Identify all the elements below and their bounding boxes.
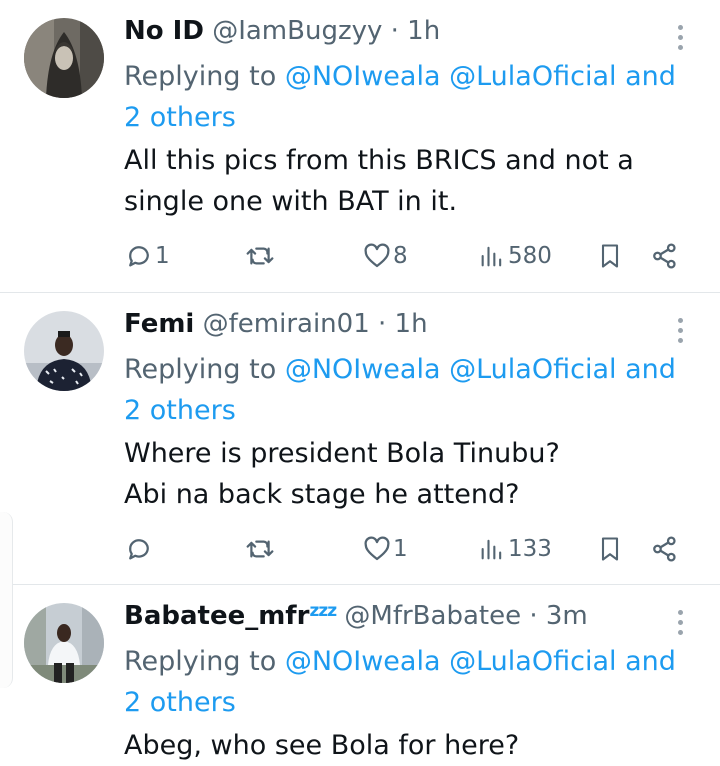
bookmark-icon [601,537,619,561]
more-icon[interactable] [668,313,692,347]
mention-link[interactable]: @LulaOficial [449,646,616,677]
mention-link[interactable]: @NOIweala [285,354,441,385]
replying-to: Replying to @NOIweala @LulaOficial and 2… [124,354,676,426]
sleeping-emoji: zzz [309,601,337,621]
heart-icon [364,536,390,561]
more-icon[interactable] [668,20,692,54]
tweet-actions: 1 8 580 [124,236,694,276]
retweet-button[interactable] [244,529,276,569]
bookmark-button[interactable] [596,236,624,276]
like-button[interactable]: 8 [362,236,408,276]
handle-time[interactable]: @MfrBabatee · 3m [344,601,587,631]
tweet-header: Babatee_mfrzzz @MfrBabatee · 3m [124,599,588,636]
tweet[interactable]: Babatee_mfrzzz @MfrBabatee · 3m Replying… [0,585,720,761]
avatar[interactable] [24,603,104,683]
avatar[interactable] [24,18,104,98]
display-name[interactable]: No ID [124,16,204,46]
tweet[interactable]: No ID @IamBugzyy · 1h Replying to @NOIwe… [0,0,720,292]
tweet-text: All this pics from this BRICS and not a … [124,145,634,217]
mention-link[interactable]: @NOIweala [285,61,441,92]
display-name[interactable]: Babatee_mfr [124,601,309,631]
display-name[interactable]: Femi [124,309,194,339]
retweet-button[interactable] [244,236,276,276]
mention-link[interactable]: @NOIweala [285,646,441,677]
reply-button[interactable] [124,529,154,569]
like-count: 8 [393,243,408,269]
tweet-header: Femi @femirain01 · 1h [124,307,428,341]
others-link[interactable]: 2 others [124,102,236,133]
bookmark-icon [601,244,619,268]
avatar[interactable] [24,311,104,391]
more-icon[interactable] [668,605,692,639]
mention-link[interactable]: @LulaOficial [449,61,616,92]
reply-button[interactable]: 1 [124,236,170,276]
views-icon [481,539,502,560]
views-button[interactable]: 580 [478,236,552,276]
tweet-text: Abeg, who see Bola for here? [124,730,520,761]
share-icon [653,243,676,269]
views-button[interactable]: 133 [478,529,552,569]
views-icon [481,246,502,267]
mention-link[interactable]: @LulaOficial [449,354,616,385]
share-icon [653,536,676,562]
others-link[interactable]: 2 others [124,395,236,426]
others-link[interactable]: 2 others [124,687,236,718]
tweet-header: No ID @IamBugzyy · 1h [124,14,440,48]
view-count: 580 [508,243,552,269]
bookmark-button[interactable] [596,529,624,569]
like-button[interactable]: 1 [362,529,408,569]
handle-time[interactable]: @femirain01 · 1h [203,309,428,339]
heart-icon [364,243,390,268]
reply-count: 1 [155,243,170,269]
replying-to: Replying to @NOIweala @LulaOficial and 2… [124,61,676,133]
retweet-icon [246,540,274,558]
tweet-text: Where is president Bola Tinubu? Abi na b… [124,438,560,510]
replying-to: Replying to @NOIweala @LulaOficial and 2… [124,646,676,718]
handle-time[interactable]: @IamBugzyy · 1h [212,16,440,46]
like-count: 1 [393,536,408,562]
view-count: 133 [508,536,552,562]
reply-icon [129,539,149,560]
reply-icon [129,246,149,267]
side-panel-edge [0,512,13,688]
share-button[interactable] [650,236,680,276]
retweet-icon [246,247,274,265]
tweet[interactable]: Femi @femirain01 · 1h Replying to @NOIwe… [0,293,720,584]
share-button[interactable] [650,529,680,569]
tweet-actions: 1 133 [124,529,694,569]
